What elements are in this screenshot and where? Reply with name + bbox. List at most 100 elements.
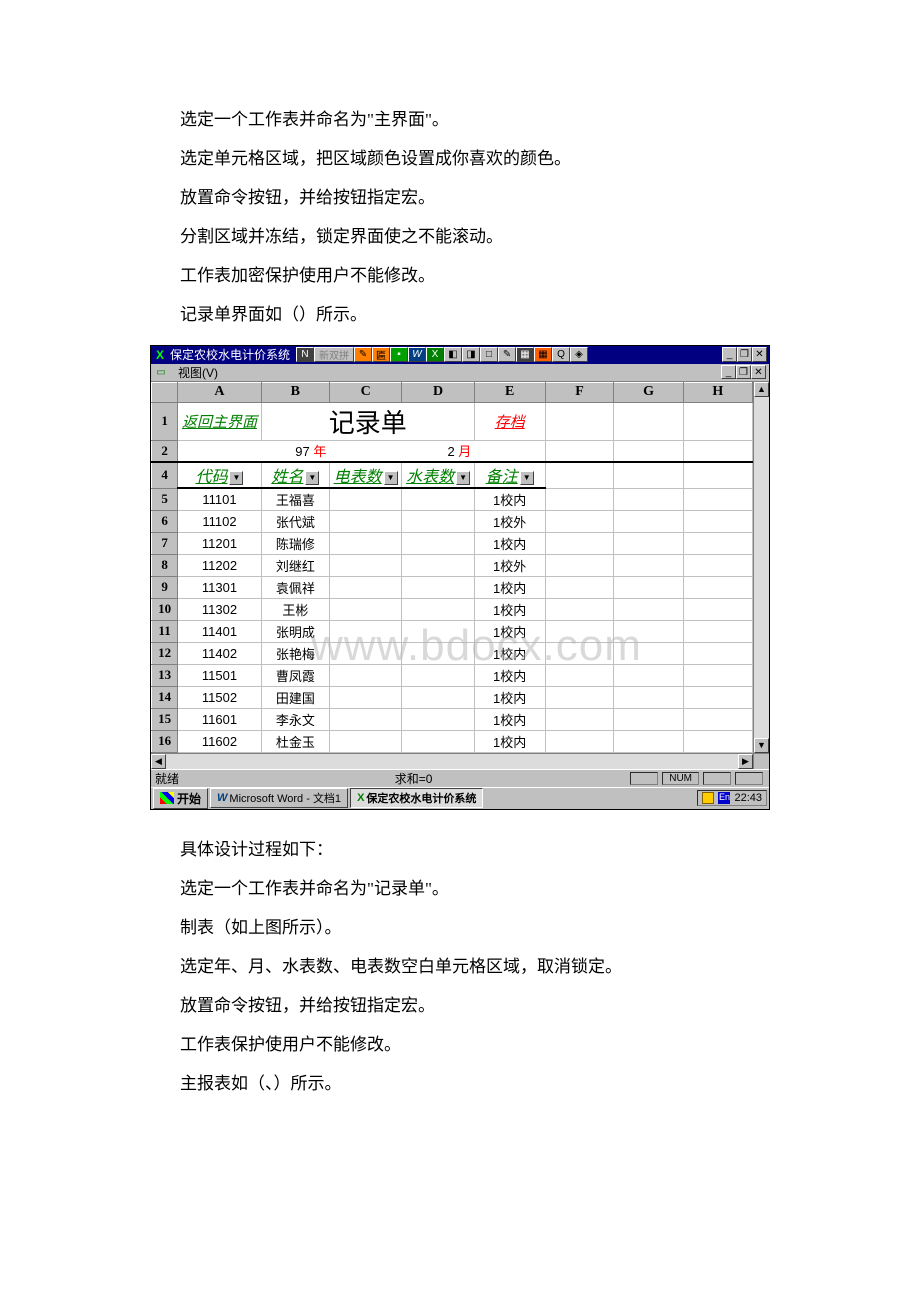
cell-water[interactable] [402, 576, 474, 598]
horizontal-scrollbar[interactable]: ◀ ▶ [151, 753, 769, 769]
cell[interactable] [683, 686, 752, 708]
cell-code[interactable]: 11202 [178, 554, 262, 576]
cell-note[interactable]: 1校内 [474, 488, 545, 510]
cell[interactable] [683, 664, 752, 686]
row-head[interactable]: 15 [152, 708, 178, 730]
cell[interactable] [683, 554, 752, 576]
row-head[interactable]: 5 [152, 488, 178, 510]
scroll-right-icon[interactable]: ▶ [738, 754, 753, 769]
ime-indicator-icon[interactable]: N [296, 347, 314, 362]
cell[interactable] [545, 440, 614, 462]
taskbar-item-excel[interactable]: X 保定农校水电计价系统 [350, 788, 483, 808]
scroll-track[interactable] [166, 754, 738, 769]
cell[interactable] [683, 402, 752, 440]
cell[interactable] [614, 510, 683, 532]
select-all-corner[interactable] [152, 382, 178, 402]
cell-note[interactable]: 1校内 [474, 708, 545, 730]
cell-name[interactable]: 李永文 [261, 708, 329, 730]
cell[interactable] [474, 440, 545, 462]
tool-icon[interactable]: ✎ [498, 347, 516, 362]
row-head[interactable]: 9 [152, 576, 178, 598]
tool-icon[interactable]: ▦ [534, 347, 552, 362]
cell[interactable] [545, 510, 614, 532]
workbook-icon[interactable]: ▭ [154, 365, 168, 379]
cell-name[interactable]: 刘继红 [261, 554, 329, 576]
tool-icon[interactable]: 匾 [372, 347, 390, 362]
cell-name[interactable]: 王福喜 [261, 488, 329, 510]
cell-name[interactable]: 杜金玉 [261, 730, 329, 752]
cell-code[interactable]: 11501 [178, 664, 262, 686]
cell[interactable] [614, 554, 683, 576]
scroll-left-icon[interactable]: ◀ [151, 754, 166, 769]
cell[interactable] [545, 642, 614, 664]
tool-icon[interactable]: ◧ [444, 347, 462, 362]
cell[interactable] [614, 462, 683, 488]
cell[interactable] [683, 620, 752, 642]
cell-elec[interactable] [329, 532, 401, 554]
cell[interactable] [545, 488, 614, 510]
cell[interactable] [545, 576, 614, 598]
cell-code[interactable]: 11201 [178, 532, 262, 554]
cell-code[interactable]: 11302 [178, 598, 262, 620]
row-head[interactable]: 10 [152, 598, 178, 620]
year-cell[interactable]: 97 年 [178, 440, 330, 462]
cell[interactable] [683, 598, 752, 620]
cell[interactable] [545, 554, 614, 576]
row-head[interactable]: 1 [152, 402, 178, 440]
inner-close-button[interactable]: ✕ [751, 365, 766, 379]
cell[interactable] [614, 488, 683, 510]
cell[interactable] [614, 686, 683, 708]
cell-code[interactable]: 11502 [178, 686, 262, 708]
tool-icon[interactable]: ◈ [570, 347, 588, 362]
vertical-scrollbar[interactable]: ▲ ▼ [753, 382, 769, 753]
cell-water[interactable] [402, 510, 474, 532]
cell[interactable] [683, 462, 752, 488]
tool-icon[interactable]: ◨ [462, 347, 480, 362]
col-head[interactable]: B [261, 382, 329, 402]
cell-water[interactable] [402, 488, 474, 510]
cell[interactable] [545, 730, 614, 752]
row-head[interactable]: 12 [152, 642, 178, 664]
cell[interactable] [545, 686, 614, 708]
cell-elec[interactable] [329, 642, 401, 664]
cell-elec[interactable] [329, 620, 401, 642]
scroll-down-icon[interactable]: ▼ [754, 738, 769, 753]
tool-icon[interactable]: ▦ [516, 347, 534, 362]
cell[interactable] [683, 440, 752, 462]
cell[interactable] [614, 440, 683, 462]
row-head[interactable]: 13 [152, 664, 178, 686]
cell[interactable] [683, 730, 752, 752]
maximize-button[interactable]: ❐ [737, 347, 752, 362]
cell[interactable] [683, 488, 752, 510]
cell-water[interactable] [402, 532, 474, 554]
filter-dropdown-icon[interactable]: ▼ [305, 471, 319, 485]
col-head[interactable]: G [614, 382, 683, 402]
cell[interactable] [614, 532, 683, 554]
cell[interactable] [614, 708, 683, 730]
cell-name[interactable]: 袁佩祥 [261, 576, 329, 598]
col-head[interactable]: E [474, 382, 545, 402]
archive-button[interactable]: 存档 [474, 402, 545, 440]
cell-note[interactable]: 1校内 [474, 532, 545, 554]
cell-note[interactable]: 1校内 [474, 664, 545, 686]
cell-name[interactable]: 张代斌 [261, 510, 329, 532]
cell-water[interactable] [402, 620, 474, 642]
tool-icon[interactable]: □ [480, 347, 498, 362]
tool-icon[interactable]: ▪ [390, 347, 408, 362]
cell-water[interactable] [402, 554, 474, 576]
cell[interactable] [614, 642, 683, 664]
cell-elec[interactable] [329, 708, 401, 730]
cell-code[interactable]: 11301 [178, 576, 262, 598]
filter-note[interactable]: 备注▼ [474, 462, 545, 488]
cell-elec[interactable] [329, 510, 401, 532]
cell[interactable] [614, 576, 683, 598]
cell-code[interactable]: 11102 [178, 510, 262, 532]
cell[interactable] [614, 402, 683, 440]
row-head[interactable]: 14 [152, 686, 178, 708]
cell-note[interactable]: 1校内 [474, 598, 545, 620]
row-head[interactable]: 16 [152, 730, 178, 752]
row-head[interactable]: 4 [152, 462, 178, 488]
spreadsheet-table[interactable]: A B C D E F G H 1 返回主界面 记录单 存档 2 97 年 [151, 382, 753, 753]
minimize-button[interactable]: _ [722, 347, 737, 362]
taskbar-item-word[interactable]: W Microsoft Word - 文档1 [210, 788, 348, 808]
